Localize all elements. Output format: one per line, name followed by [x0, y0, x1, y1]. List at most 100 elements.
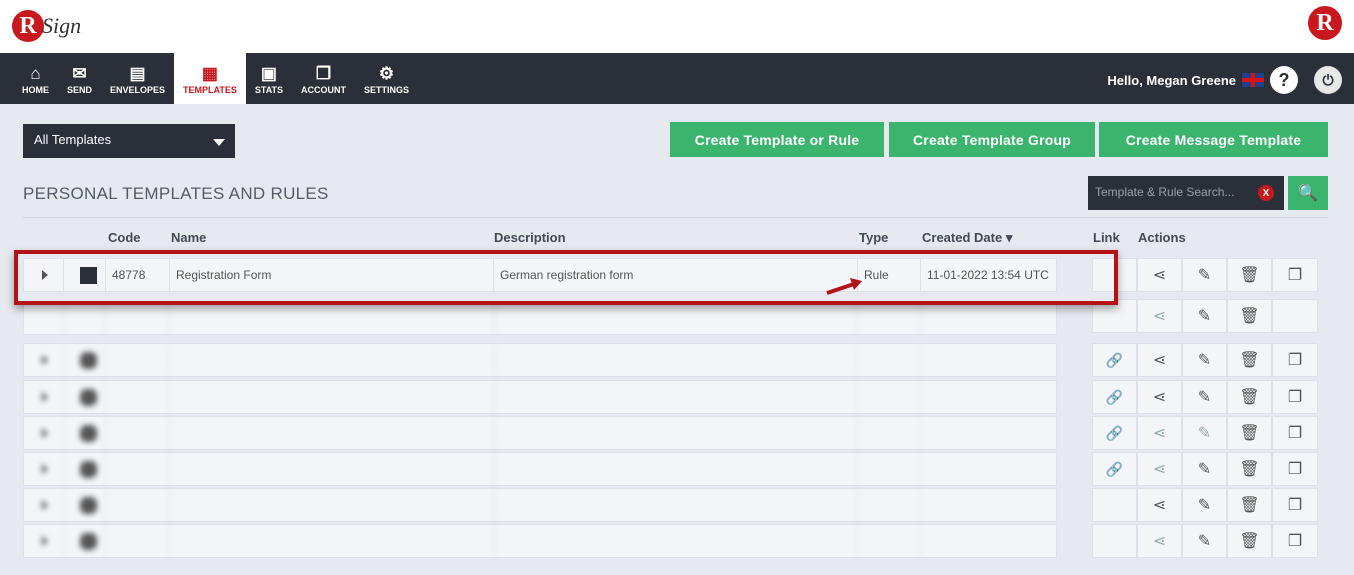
- delete-icon[interactable]: 🗑: [1227, 488, 1272, 522]
- table-row[interactable]: [23, 343, 1057, 377]
- header-created-date[interactable]: Created Date ▾: [922, 230, 1012, 246]
- nav-send[interactable]: ✉ SEND: [58, 53, 101, 104]
- table-row[interactable]: [23, 380, 1057, 414]
- code-cell: [106, 489, 170, 521]
- copy-icon[interactable]: ❐: [1272, 380, 1318, 414]
- table-row[interactable]: [23, 416, 1057, 450]
- expand-cell: [24, 302, 64, 334]
- delete-icon[interactable]: 🗑: [1227, 380, 1272, 414]
- edit-icon[interactable]: ✎: [1182, 258, 1227, 292]
- edit-icon[interactable]: ✎: [1182, 488, 1227, 522]
- delete-icon[interactable]: 🗑: [1227, 258, 1272, 292]
- edit-icon[interactable]: ✎: [1182, 416, 1227, 450]
- nav-home[interactable]: ⌂ HOME: [13, 53, 58, 104]
- create-group-button[interactable]: Create Template Group: [889, 122, 1095, 157]
- row-checkbox: [80, 532, 97, 550]
- copy-icon[interactable]: ❐: [1272, 343, 1318, 377]
- create-message-button[interactable]: Create Message Template: [1099, 122, 1328, 157]
- expand-cell: [24, 381, 64, 413]
- uk-flag-icon[interactable]: [1242, 73, 1264, 87]
- header-code[interactable]: Code: [108, 230, 141, 245]
- share-icon[interactable]: ⋖: [1137, 524, 1182, 558]
- power-button[interactable]: ⏻: [1314, 66, 1342, 94]
- table-row[interactable]: [23, 524, 1057, 558]
- table-row[interactable]: [23, 301, 1057, 335]
- expand-cell: [24, 525, 64, 557]
- link-cell: [1092, 488, 1137, 522]
- type-cell: [858, 381, 921, 413]
- delete-icon[interactable]: 🗑: [1227, 452, 1272, 486]
- description-cell: [494, 302, 858, 334]
- nav-home-label: HOME: [22, 84, 49, 95]
- share-icon[interactable]: ⋖: [1137, 258, 1182, 292]
- nav-templates[interactable]: ▦ TEMPLATES: [174, 53, 246, 104]
- select-cell: [64, 302, 106, 334]
- created-cell: [921, 417, 1057, 449]
- edit-icon[interactable]: ✎: [1182, 452, 1227, 486]
- copy-icon[interactable]: ❐: [1272, 488, 1318, 522]
- delete-icon[interactable]: 🗑: [1227, 343, 1272, 377]
- search-button[interactable]: 🔍: [1288, 176, 1328, 210]
- nav-settings[interactable]: ⚙ SETTINGS: [355, 53, 418, 104]
- copy-icon[interactable]: ❐: [1272, 524, 1318, 558]
- expand-caret-icon: [42, 464, 48, 474]
- delete-icon[interactable]: 🗑: [1227, 524, 1272, 558]
- edit-icon[interactable]: ✎: [1182, 299, 1227, 333]
- edit-icon[interactable]: ✎: [1182, 343, 1227, 377]
- copy-icon[interactable]: ❐: [1272, 452, 1318, 486]
- delete-icon[interactable]: 🗑: [1227, 299, 1272, 333]
- copy-icon[interactable]: ❐: [1272, 416, 1318, 450]
- share-icon[interactable]: ⋖: [1137, 299, 1182, 333]
- nav-envelopes[interactable]: ▤ ENVELOPES: [101, 53, 174, 104]
- share-icon[interactable]: ⋖: [1137, 452, 1182, 486]
- clear-search-icon[interactable]: X: [1258, 185, 1274, 201]
- header-link: Link: [1093, 230, 1120, 245]
- type-cell: [858, 453, 921, 485]
- delete-icon[interactable]: 🗑: [1227, 416, 1272, 450]
- link-cell: [1092, 299, 1137, 333]
- search-input[interactable]: Template & Rule Search... X: [1088, 176, 1284, 210]
- header-name[interactable]: Name: [171, 230, 206, 245]
- expand-cell: [24, 417, 64, 449]
- row-actions: 🔗 ⋖ ✎ 🗑 ❐: [1092, 416, 1328, 450]
- table-row[interactable]: [23, 452, 1057, 486]
- select-cell[interactable]: [64, 259, 106, 291]
- header-description[interactable]: Description: [494, 230, 566, 245]
- table-row[interactable]: [23, 488, 1057, 522]
- select-cell: [64, 453, 106, 485]
- nav-account[interactable]: ❐ ACCOUNT: [292, 53, 355, 104]
- link-icon[interactable]: 🔗: [1092, 343, 1137, 377]
- link-cell: [1092, 258, 1137, 292]
- name-cell: [170, 489, 494, 521]
- link-icon[interactable]: 🔗: [1092, 380, 1137, 414]
- link-icon[interactable]: 🔗: [1092, 452, 1137, 486]
- share-icon[interactable]: ⋖: [1137, 488, 1182, 522]
- expand-cell: [24, 453, 64, 485]
- header-actions: Actions: [1138, 230, 1186, 245]
- description-cell: German registration form: [494, 259, 858, 291]
- nav-stats[interactable]: ▣ STATS: [246, 53, 292, 104]
- link-icon[interactable]: 🔗: [1092, 416, 1137, 450]
- help-button[interactable]: ?: [1270, 66, 1298, 94]
- share-icon[interactable]: ⋖: [1137, 416, 1182, 450]
- table-row[interactable]: 48778 Registration Form German registrat…: [23, 258, 1057, 292]
- created-cell: [921, 489, 1057, 521]
- create-template-button[interactable]: Create Template or Rule: [670, 122, 884, 157]
- expand-cell[interactable]: [24, 259, 64, 291]
- code-cell: [106, 302, 170, 334]
- created-cell: [921, 453, 1057, 485]
- expand-cell: [24, 344, 64, 376]
- copy-icon[interactable]: ❐: [1272, 258, 1318, 292]
- row-checkbox[interactable]: [80, 266, 97, 284]
- header-type[interactable]: Type: [859, 230, 888, 245]
- share-icon[interactable]: ⋖: [1137, 380, 1182, 414]
- rsign-logo[interactable]: R Sign: [12, 6, 81, 46]
- edit-icon[interactable]: ✎: [1182, 524, 1227, 558]
- template-filter-select[interactable]: All Templates: [23, 124, 235, 158]
- row-checkbox: [80, 424, 97, 442]
- select-cell: [64, 417, 106, 449]
- edit-icon[interactable]: ✎: [1182, 380, 1227, 414]
- rpost-logo: R: [1308, 6, 1342, 40]
- share-icon[interactable]: ⋖: [1137, 343, 1182, 377]
- name-cell: [170, 302, 494, 334]
